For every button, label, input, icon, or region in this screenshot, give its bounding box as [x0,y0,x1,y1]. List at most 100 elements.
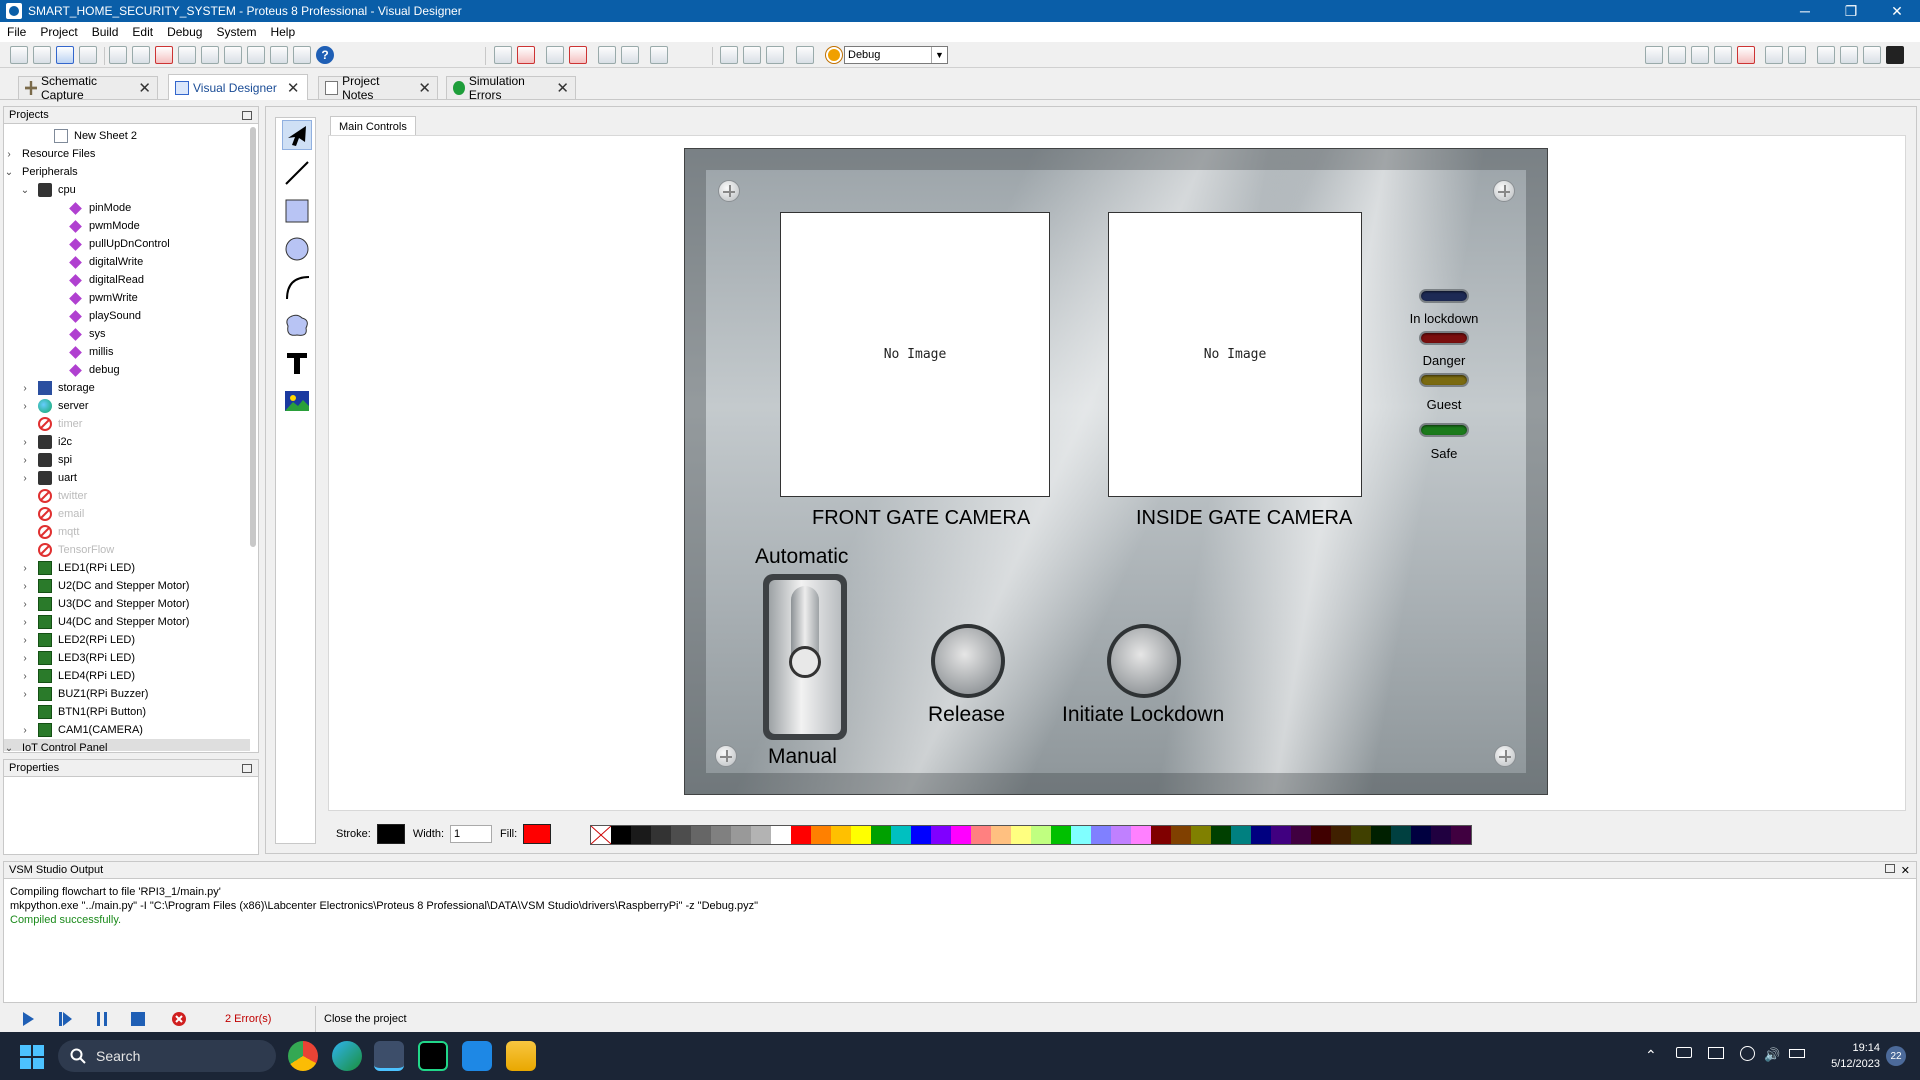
zoom-in-icon[interactable] [1645,46,1663,64]
palette-swatch[interactable] [791,826,811,844]
palette-swatch[interactable] [1291,826,1311,844]
palette-swatch[interactable] [1231,826,1251,844]
tree-item[interactable]: pinMode [50,199,250,217]
palette-swatch[interactable] [691,826,711,844]
tree-item[interactable]: › BUZ1(RPi Buzzer) [20,685,250,703]
menu-project[interactable]: Project [33,25,84,39]
tree-item[interactable]: ⌄ Peripherals [4,163,250,181]
pause-icon[interactable] [94,1011,110,1027]
close-icon[interactable]: ✕ [418,79,431,97]
tab-visual-designer[interactable]: Visual Designer ✕ [168,74,308,100]
circle-tool-icon[interactable] [282,234,312,264]
volume-icon[interactable]: 🔊 [1764,1047,1780,1063]
notes-icon[interactable] [247,46,265,64]
tree-item[interactable]: ⌄ IoT Control Panel [4,739,250,751]
palette-swatch[interactable] [991,826,1011,844]
palette-swatch[interactable] [1151,826,1171,844]
battery-icon[interactable] [1789,1049,1805,1058]
proteus-icon[interactable] [374,1041,404,1071]
system-clock[interactable]: 19:14 5/12/2023 [1831,1040,1880,1072]
redo-icon[interactable] [1788,46,1806,64]
open-folder-icon[interactable] [33,46,51,64]
step-icon[interactable] [57,1011,73,1027]
expand-toggle-icon[interactable]: › [4,149,14,160]
expand-toggle-icon[interactable]: › [20,437,30,448]
expand-toggle-icon[interactable]: › [20,725,30,736]
tree-item[interactable]: › LED4(RPi LED) [20,667,250,685]
expand-toggle-icon[interactable]: ⌄ [20,185,30,196]
initiate-lockdown-button[interactable] [1107,624,1181,698]
tree-item[interactable]: › LED2(RPi LED) [20,631,250,649]
palette-swatch[interactable] [1271,826,1291,844]
grid-icon[interactable] [1714,46,1732,64]
expand-toggle-icon[interactable]: › [20,401,30,412]
palette-swatch[interactable] [611,826,631,844]
error-icon[interactable] [171,1011,187,1027]
no-color-swatch[interactable] [590,825,612,845]
edge-icon[interactable] [332,1041,362,1071]
pin-icon[interactable] [1884,863,1895,873]
export-icon[interactable] [494,46,512,64]
menu-system[interactable]: System [209,25,263,39]
tree-icon[interactable] [650,46,668,64]
mode-toggle-switch[interactable] [763,574,847,740]
record-icon[interactable] [569,46,587,64]
palette-swatch[interactable] [1351,826,1371,844]
palette-swatch[interactable] [1391,826,1411,844]
pycharm-icon[interactable] [418,1041,448,1071]
tree-item[interactable]: pwmWrite [50,289,250,307]
help-icon[interactable]: ? [316,46,334,64]
menu-debug[interactable]: Debug [160,25,209,39]
tree-item[interactable]: BTN1(RPi Button) [20,703,250,721]
tree-item[interactable]: › CAM1(CAMERA) [20,721,250,739]
tree-item[interactable]: timer [20,415,250,433]
close-icon[interactable]: ✕ [138,79,151,97]
display-icon[interactable] [1708,1047,1724,1059]
file-explorer-icon[interactable] [506,1041,536,1071]
palette-swatch[interactable] [771,826,791,844]
minimize-button[interactable]: ─ [1782,0,1828,22]
palette-swatch[interactable] [1091,826,1111,844]
compile-icon[interactable] [720,46,738,64]
undo-icon[interactable] [1765,46,1783,64]
maximize-button[interactable]: ❐ [1828,0,1874,22]
3d-view-icon[interactable] [201,46,219,64]
close-icon[interactable]: ✕ [287,79,300,97]
bom-icon[interactable] [224,46,242,64]
palette-swatch[interactable] [1011,826,1031,844]
menu-file[interactable]: File [0,25,33,39]
text-tool-icon[interactable] [282,348,312,378]
chevron-up-icon[interactable]: ⌃ [1645,1047,1657,1064]
tab-schematic-capture[interactable]: Schematic Capture ✕ [18,74,158,102]
zoom-fit-icon[interactable] [1691,46,1709,64]
palette-swatch[interactable] [1451,826,1471,844]
palette-swatch[interactable] [1031,826,1051,844]
tree-item[interactable]: › LED3(RPi LED) [20,649,250,667]
palette-swatch[interactable] [811,826,831,844]
tree-item[interactable]: › U2(DC and Stepper Motor) [20,577,250,595]
palette-swatch[interactable] [831,826,851,844]
tree-item[interactable]: › U3(DC and Stepper Motor) [20,595,250,613]
clean-icon[interactable] [766,46,784,64]
palette-swatch[interactable] [1251,826,1271,844]
palette-swatch[interactable] [1411,826,1431,844]
tree-item[interactable]: › U4(DC and Stepper Motor) [20,613,250,631]
tab-main-controls[interactable]: Main Controls [330,116,416,136]
close-button[interactable]: ✕ [1874,0,1920,22]
expand-toggle-icon[interactable]: › [20,473,30,484]
build-icon[interactable] [621,46,639,64]
menu-build[interactable]: Build [85,25,126,39]
tree-item[interactable]: › uart [20,469,250,487]
menu-help[interactable]: Help [263,25,302,39]
paste-icon[interactable] [1863,46,1881,64]
tree-item[interactable]: digitalRead [50,271,250,289]
palette-swatch[interactable] [731,826,751,844]
stroke-color-swatch[interactable] [376,824,405,844]
palette-swatch[interactable] [911,826,931,844]
keyboard-icon[interactable] [1676,1047,1692,1058]
palette-swatch[interactable] [711,826,731,844]
palette-swatch[interactable] [1051,826,1071,844]
pin-icon[interactable] [242,763,252,773]
expand-toggle-icon[interactable]: › [20,599,30,610]
expand-toggle-icon[interactable]: › [20,563,30,574]
